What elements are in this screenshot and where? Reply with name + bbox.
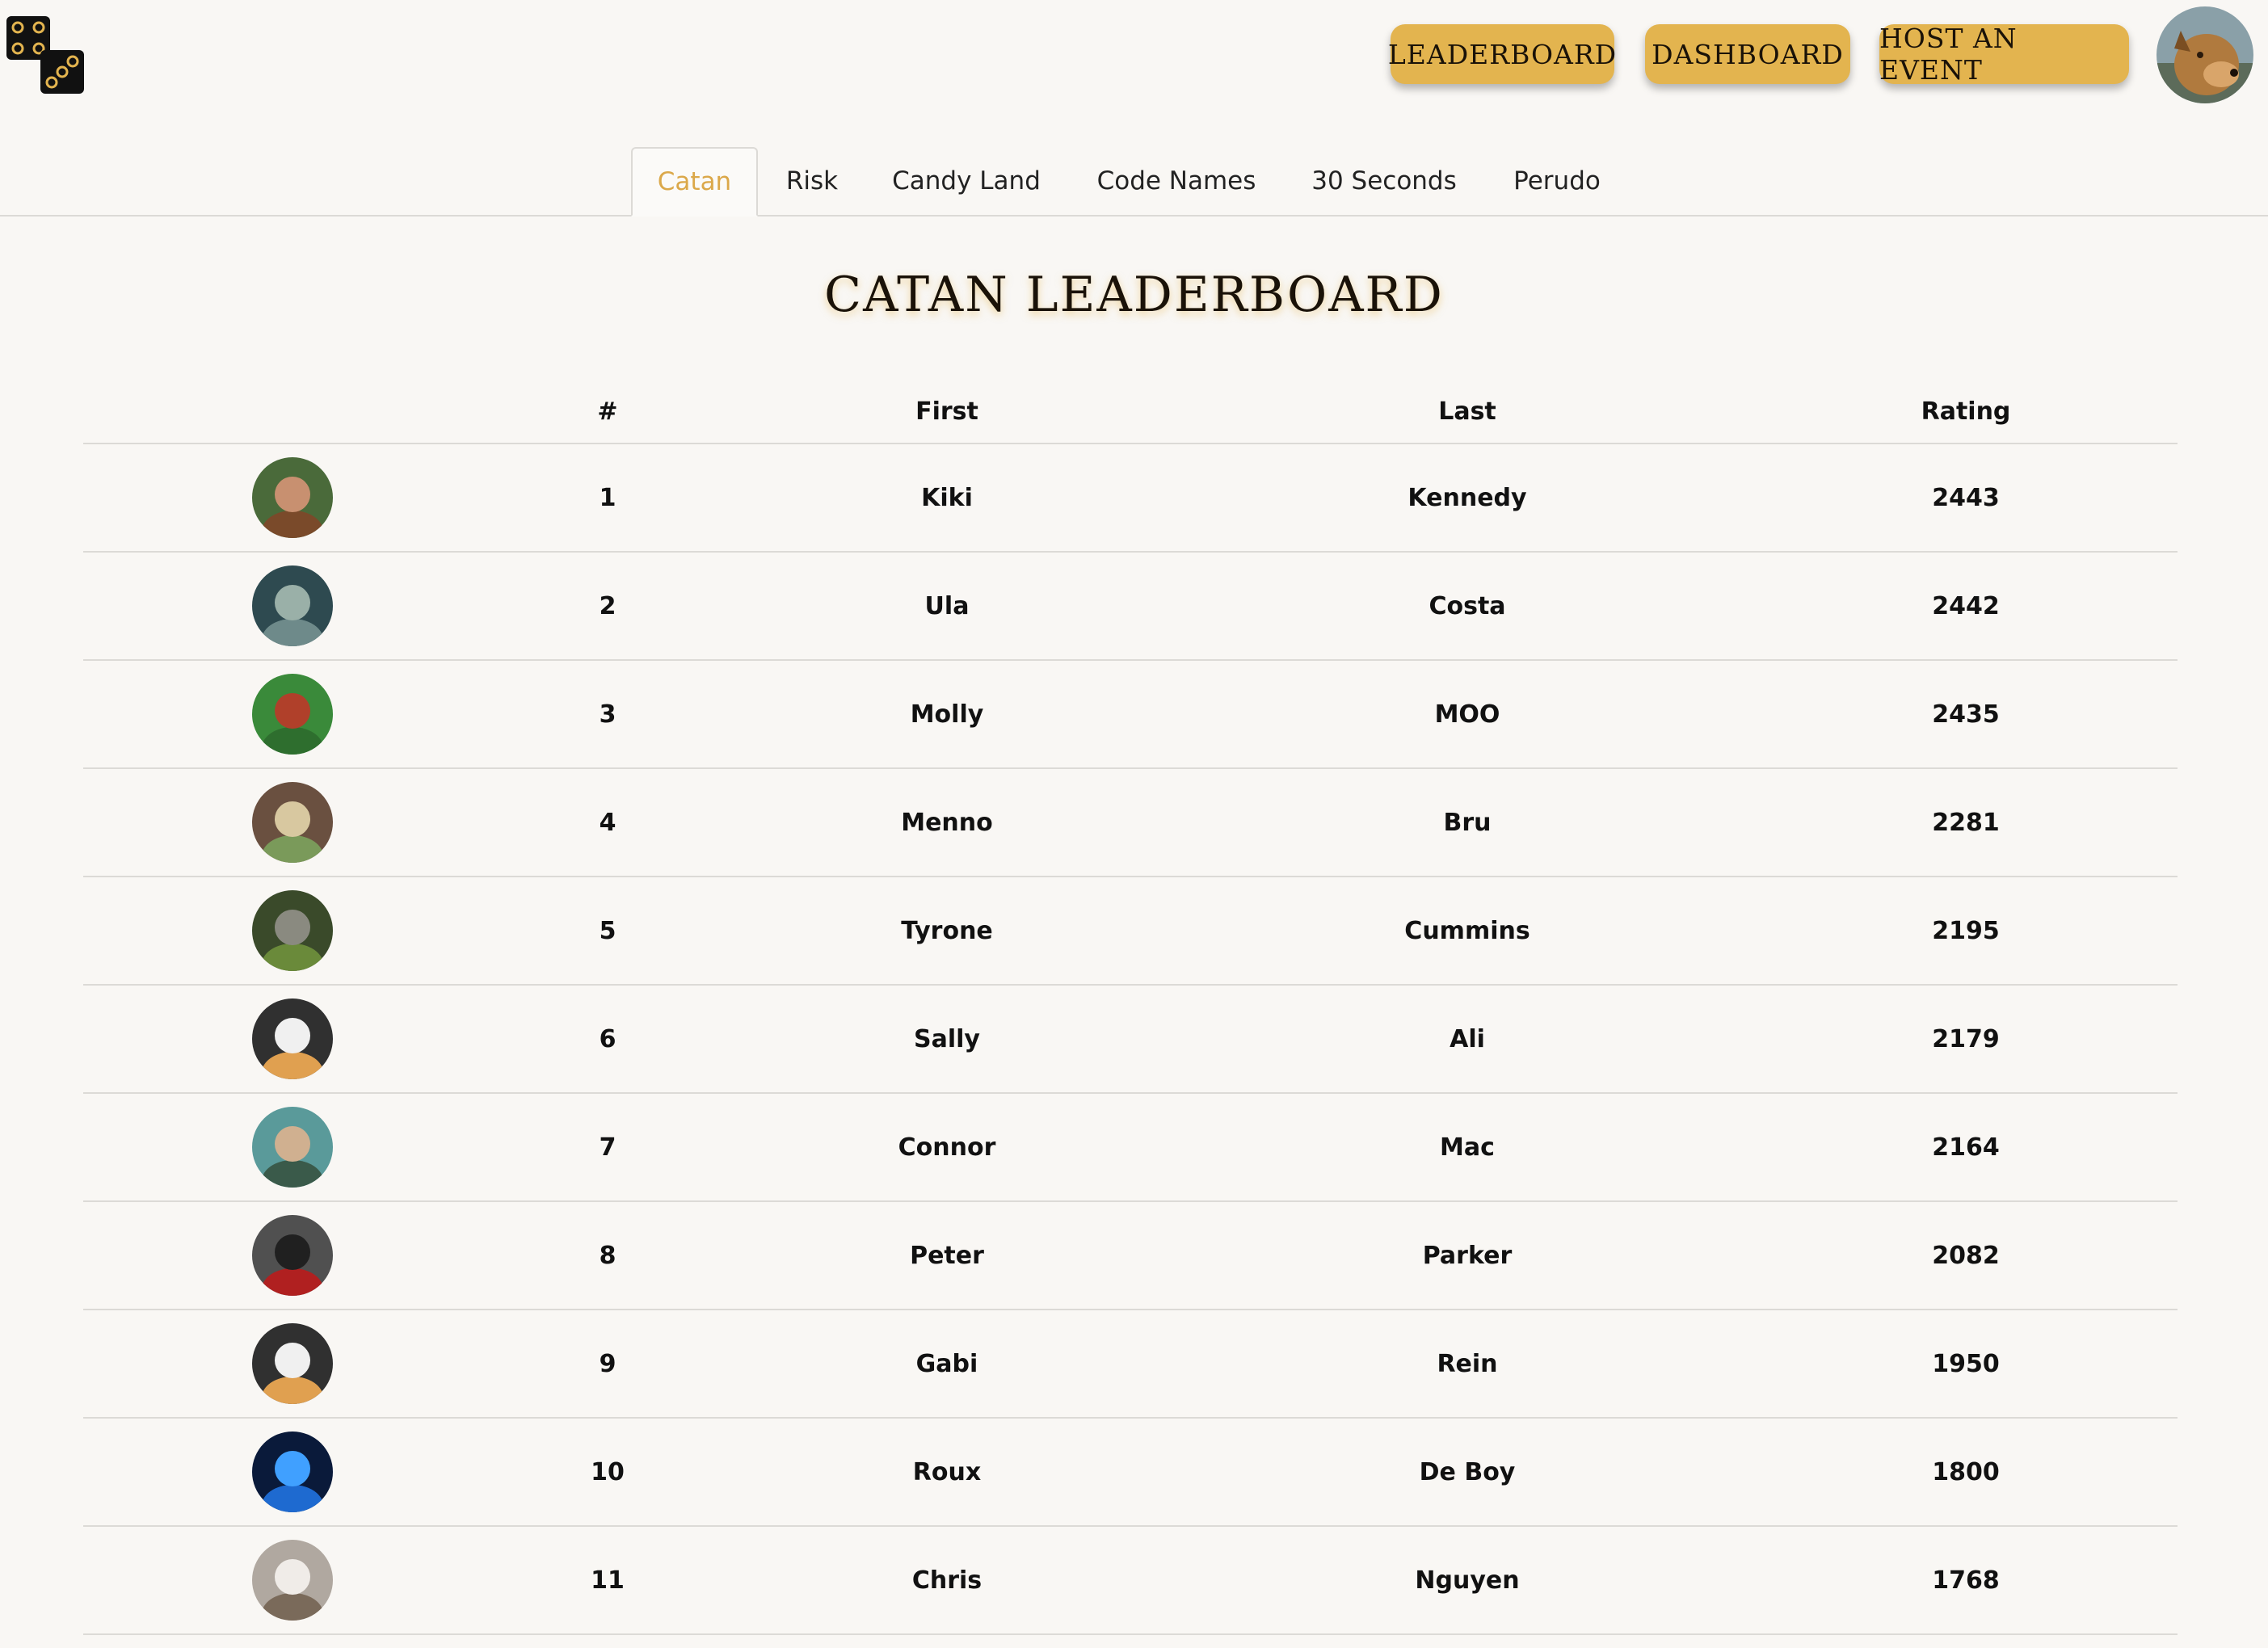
first-name-cell: Gabi (915, 1349, 978, 1378)
table-row: 8 Peter Parker 2082 (83, 1202, 2178, 1310)
first-name-cell: Menno (901, 808, 993, 837)
player-avatar-cell (252, 661, 333, 767)
table-row: 1 Kiki Kennedy 2443 (83, 444, 2178, 553)
rank-cell: 11 (591, 1566, 625, 1595)
tab-candy-land[interactable]: Candy Land (877, 147, 1056, 215)
rating-cell: 2281 (1932, 808, 2000, 837)
last-name-cell: Costa (1429, 591, 1506, 620)
first-name-cell: Peter (910, 1241, 984, 1270)
header: LEADERBOARD DASHBOARD HOST AN EVENT (0, 0, 2268, 145)
column-header-first: First (915, 397, 978, 426)
column-header-rating: Rating (1921, 397, 2011, 426)
last-name-cell: De Boy (1419, 1457, 1516, 1486)
first-name-cell: Sally (914, 1024, 980, 1053)
table-row: 5 Tyrone Cummins 2195 (83, 877, 2178, 986)
first-name-cell: Kiki (921, 483, 973, 512)
table-row: 2 Ula Costa 2442 (83, 553, 2178, 661)
host-event-button[interactable]: HOST AN EVENT (1879, 23, 2129, 86)
column-header-rank: # (597, 397, 618, 426)
page-title: CATAN LEADERBOARD (824, 267, 1444, 323)
tab-catan[interactable]: Catan (631, 147, 758, 217)
rating-cell: 1950 (1932, 1349, 2000, 1378)
avatar (252, 890, 333, 971)
avatar (252, 782, 333, 863)
rank-cell: 2 (599, 591, 616, 620)
rating-cell: 2164 (1932, 1133, 2000, 1162)
avatar (252, 1323, 333, 1404)
avatar (252, 674, 333, 755)
rating-cell: 2179 (1932, 1024, 2000, 1053)
first-name-cell: Molly (910, 700, 984, 729)
game-tabs: Catan Risk Candy Land Code Names 30 Seco… (0, 147, 2268, 217)
avatar (252, 457, 333, 538)
table-row: 10 Roux De Boy 1800 (83, 1419, 2178, 1527)
player-avatar-cell (252, 444, 333, 551)
table-header: # First Last Rating (83, 380, 2178, 444)
rating-cell: 2442 (1932, 591, 2000, 620)
rating-cell: 2435 (1932, 700, 2000, 729)
table-body: 1 Kiki Kennedy 2443 2 Ula Costa 2442 3 Molly MOO 24… (83, 444, 2178, 1635)
last-name-cell: Kennedy (1408, 483, 1527, 512)
rank-cell: 9 (599, 1349, 616, 1378)
player-avatar-cell (252, 877, 333, 984)
rating-cell: 1800 (1932, 1457, 2000, 1486)
rank-cell: 6 (599, 1024, 616, 1053)
table-row: 6 Sally Ali 2179 (83, 986, 2178, 1094)
last-name-cell: Bru (1443, 808, 1492, 837)
player-avatar-cell (252, 986, 333, 1092)
rank-cell: 5 (599, 916, 616, 945)
player-avatar-cell (252, 1094, 333, 1200)
last-name-cell: Nguyen (1415, 1566, 1520, 1595)
avatar (252, 1107, 333, 1188)
tab-code-names[interactable]: Code Names (1079, 147, 1273, 215)
rank-cell: 1 (599, 483, 616, 512)
table-row: 4 Menno Bru 2281 (83, 769, 2178, 877)
rating-cell: 1768 (1932, 1566, 2000, 1595)
rank-cell: 8 (599, 1241, 616, 1270)
dice-logo-icon[interactable] (5, 15, 86, 95)
profile-avatar[interactable] (2156, 6, 2253, 103)
rank-cell: 4 (599, 808, 616, 837)
avatar (252, 1215, 333, 1296)
rank-cell: 3 (599, 700, 616, 729)
leaderboard-button[interactable]: LEADERBOARD (1388, 24, 1616, 84)
first-name-cell: Chris (911, 1566, 983, 1595)
column-header-last: Last (1438, 397, 1496, 426)
avatar (252, 1540, 333, 1621)
rating-cell: 2082 (1932, 1241, 2000, 1270)
table-row: 9 Gabi Rein 1950 (83, 1310, 2178, 1419)
last-name-cell: Mac (1440, 1133, 1495, 1162)
first-name-cell: Tyrone (901, 916, 993, 945)
last-name-cell: Parker (1422, 1241, 1513, 1270)
last-name-cell: Ali (1450, 1024, 1485, 1053)
rank-cell: 7 (599, 1133, 616, 1162)
last-name-cell: Rein (1437, 1349, 1498, 1378)
tab-risk[interactable]: Risk (772, 147, 852, 215)
avatar (252, 565, 333, 646)
player-avatar-cell (252, 1527, 333, 1633)
rating-cell: 2443 (1932, 483, 2000, 512)
player-avatar-cell (252, 553, 333, 659)
avatar (252, 1431, 333, 1512)
player-avatar-cell (252, 1310, 333, 1417)
last-name-cell: MOO (1434, 700, 1500, 729)
table-row: 7 Connor Mac 2164 (83, 1094, 2178, 1202)
leaderboard-table: # First Last Rating 1 Kiki Kennedy 2443 2 Ula… (83, 380, 2178, 1635)
player-avatar-cell (252, 1202, 333, 1309)
table-row: 3 Molly MOO 2435 (83, 661, 2178, 769)
first-name-cell: Ula (924, 591, 970, 620)
last-name-cell: Cummins (1404, 916, 1530, 945)
first-name-cell: Roux (912, 1457, 982, 1486)
rank-cell: 10 (591, 1457, 625, 1486)
avatar (252, 998, 333, 1079)
table-row: 11 Chris Nguyen 1768 (83, 1527, 2178, 1635)
tab-perudo[interactable]: Perudo (1498, 147, 1616, 215)
player-avatar-cell (252, 1419, 333, 1525)
first-name-cell: Connor (898, 1133, 996, 1162)
player-avatar-cell (252, 769, 333, 876)
rating-cell: 2195 (1932, 916, 2000, 945)
tab-30-seconds[interactable]: 30 Seconds (1296, 147, 1472, 215)
dashboard-button[interactable]: DASHBOARD (1645, 24, 1850, 84)
